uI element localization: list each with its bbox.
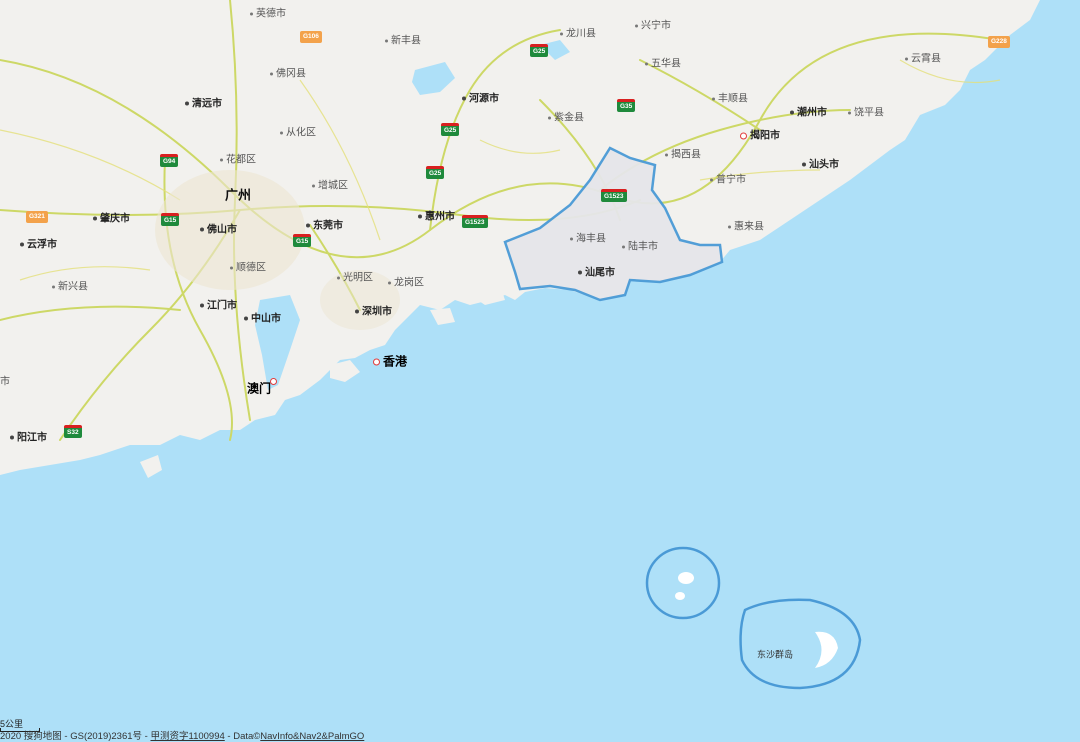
city-label: 深圳市 xyxy=(355,303,392,318)
place-label: 新兴县 xyxy=(52,278,88,293)
city-label-macao: 澳门 xyxy=(247,381,272,396)
city-label: 江门市 xyxy=(200,297,237,312)
data-provider-link[interactable]: NavInfo&Nav2&PalmGO xyxy=(260,731,364,742)
place-label: 新丰县 xyxy=(385,32,421,47)
place-label: 英德市 xyxy=(250,5,286,20)
place-label: 从化区 xyxy=(280,124,316,139)
island-label-dongsha: 东沙群岛 xyxy=(757,649,794,660)
highway-shield: G106 xyxy=(300,31,322,43)
place-label: 五华县 xyxy=(645,55,681,70)
place-label: 海丰县 xyxy=(570,230,606,245)
macao-marker-icon xyxy=(270,373,280,391)
city-label: 汕头市 xyxy=(802,156,839,171)
place-label: 龙岗区 xyxy=(388,274,424,289)
highway-shield: G35 xyxy=(617,99,636,112)
city-label-hongkong: 香港 xyxy=(373,353,407,370)
place-label: 揭西县 xyxy=(665,146,701,161)
place-label: 丰顺县 xyxy=(712,90,748,105)
place-label: 佛冈县 xyxy=(270,65,306,80)
data-prefix-text: - Data© xyxy=(224,731,261,742)
place-label: 普宁市 xyxy=(710,171,746,186)
place-label: 惠来县 xyxy=(728,218,764,233)
city-label: 中山市 xyxy=(244,310,281,325)
city-label: 潮州市 xyxy=(790,104,827,119)
highway-shield: G1523 xyxy=(462,215,488,228)
place-label: 顺德区 xyxy=(230,259,266,274)
highway-shield: G15 xyxy=(293,234,312,247)
map-attribution: 2020 搜狗地图 - GS(2019)2361号 - 甲测资字1100994 … xyxy=(0,728,364,742)
place-label: 增城区 xyxy=(312,177,348,192)
map-canvas[interactable] xyxy=(0,0,1080,742)
place-label: 光明区 xyxy=(337,269,373,284)
highway-shield: G15 xyxy=(161,213,180,226)
survey-license-link[interactable]: 甲测资字1100994 xyxy=(150,731,224,742)
city-label: 清远市 xyxy=(185,95,222,110)
highway-shield: G25 xyxy=(441,123,460,136)
highway-shield: G1523 xyxy=(601,189,627,202)
city-label-guangzhou: 广州 xyxy=(225,187,252,203)
city-label: 阳江市 xyxy=(10,429,47,444)
highway-shield: G228 xyxy=(988,36,1010,48)
place-label: 龙川县 xyxy=(560,25,596,40)
place-label: 云霄县 xyxy=(905,50,941,65)
city-label: 汕尾市 xyxy=(578,264,615,279)
city-label: 肇庆市 xyxy=(93,210,130,225)
city-label: 揭阳市 xyxy=(740,127,780,142)
city-label: 云浮市 xyxy=(20,236,57,251)
place-label-edge: 市 xyxy=(0,376,10,388)
highway-shield: S32 xyxy=(64,425,82,438)
place-label: 陆丰市 xyxy=(622,238,658,253)
place-label: 紫金县 xyxy=(548,109,584,124)
city-label: 河源市 xyxy=(462,90,499,105)
highway-shield: G25 xyxy=(530,44,549,57)
place-label: 花都区 xyxy=(220,151,256,166)
place-label: 饶平县 xyxy=(848,104,884,119)
place-label: 兴宁市 xyxy=(635,17,671,32)
highway-shield: G25 xyxy=(426,166,445,179)
city-label: 佛山市 xyxy=(200,221,237,236)
copyright-text: 2020 搜狗地图 - GS(2019)2361号 - xyxy=(0,731,151,742)
highway-shield: G321 xyxy=(26,211,48,223)
highway-shield: G94 xyxy=(160,154,179,167)
city-label: 东莞市 xyxy=(306,217,343,232)
city-label: 惠州市 xyxy=(418,208,455,223)
